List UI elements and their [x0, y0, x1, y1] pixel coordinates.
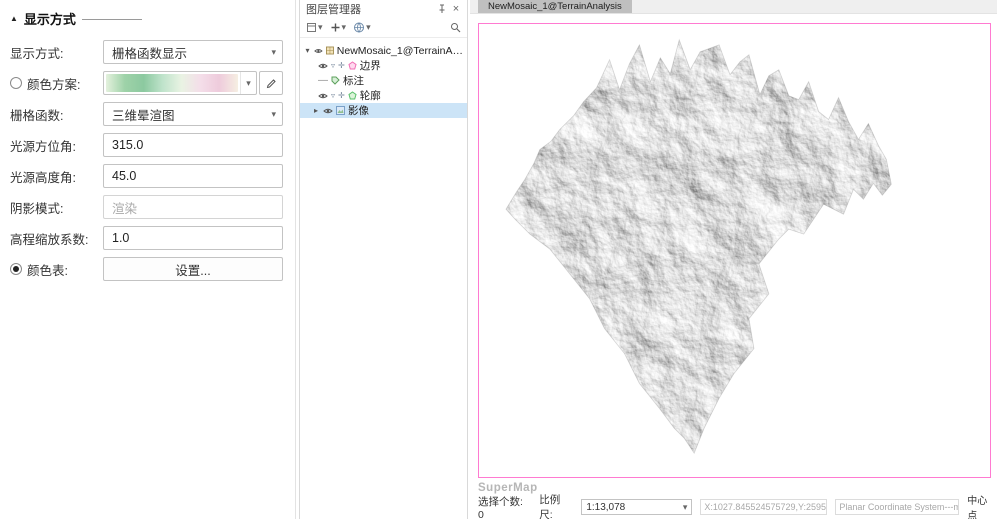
- chevron-down-icon: ▾: [271, 110, 276, 119]
- close-icon[interactable]: ×: [449, 2, 463, 16]
- pin-icon[interactable]: [435, 2, 449, 16]
- shadow-mode-input: [103, 195, 283, 219]
- basemap-button[interactable]: ▾: [351, 21, 373, 34]
- eye-icon[interactable]: [318, 92, 328, 100]
- tree-node-image[interactable]: ▸ 影像: [300, 103, 467, 118]
- color-table-settings-button[interactable]: 设置...: [103, 257, 283, 281]
- layer-manager-title: 图层管理器: [306, 1, 361, 17]
- light-azimuth-input[interactable]: [103, 133, 283, 157]
- chevron-down-icon: ▾: [271, 48, 276, 57]
- light-altitude-input[interactable]: [103, 164, 283, 188]
- shadow-mode-row: 阴影模式:: [10, 195, 283, 219]
- raster-function-label: 栅格函数:: [10, 105, 103, 124]
- label-icon: [331, 76, 340, 85]
- expand-icon[interactable]: ▸: [312, 106, 320, 115]
- tree-node-label: 边界: [360, 58, 381, 73]
- color-ramp-select[interactable]: ▾: [103, 71, 257, 95]
- color-scheme-label: 颜色方案:: [10, 74, 103, 93]
- color-table-label-text: 颜色表:: [27, 260, 68, 279]
- chevron-down-icon: ▾: [240, 72, 256, 94]
- color-table-row: 颜色表: 设置...: [10, 257, 283, 281]
- display-mode-select[interactable]: 栅格函数显示 ▾: [103, 40, 283, 64]
- display-mode-value: 栅格函数显示: [112, 43, 187, 62]
- tree-node-boundary[interactable]: ▿ ✛ 边界: [300, 58, 467, 73]
- display-settings-panel: ▲ 显示方式 显示方式: 栅格函数显示 ▾ 颜色方案: ▾: [0, 0, 296, 519]
- raster-function-row: 栅格函数: 三维晕渲图 ▾: [10, 102, 283, 126]
- scale-label: 比例尺:: [539, 492, 573, 519]
- header-divider: [82, 19, 142, 20]
- tree-node-label: 影像: [348, 103, 369, 118]
- layer-manager-header: 图层管理器 ×: [300, 0, 467, 18]
- shadow-mode-label: 阴影模式:: [10, 198, 103, 217]
- polygon-style-icon: [348, 61, 357, 70]
- hidden-eye-icon[interactable]: —: [318, 75, 328, 86]
- new-layer-button[interactable]: ▾: [304, 21, 325, 34]
- panel-title: 显示方式: [24, 9, 76, 28]
- tree-node-label: 标注: [343, 73, 364, 88]
- image-layer-icon: [336, 106, 345, 115]
- expand-icon[interactable]: ▾: [304, 46, 311, 55]
- layer-tree: ▾ NewMosaic_1@TerrainAnalysis ▿ ✛ 边界 — 标…: [300, 38, 467, 118]
- light-azimuth-row: 光源方位角:: [10, 133, 283, 157]
- tree-node-label-layer[interactable]: — 标注: [300, 73, 467, 88]
- selectable-icon[interactable]: ▿: [331, 91, 335, 100]
- chevron-down-icon: ▾: [318, 23, 323, 32]
- center-point-button[interactable]: 中心点: [967, 492, 997, 519]
- light-altitude-row: 光源高度角:: [10, 164, 283, 188]
- display-mode-label: 显示方式:: [10, 43, 103, 62]
- z-factor-row: 高程缩放系数:: [10, 226, 283, 250]
- raster-function-value: 三维晕渲图: [112, 105, 175, 124]
- snap-icon[interactable]: ✛: [338, 91, 345, 100]
- chevron-down-icon: ▾: [683, 503, 688, 512]
- chevron-down-icon: ▾: [366, 23, 371, 32]
- map-tab[interactable]: NewMosaic_1@TerrainAnalysis: [478, 0, 632, 13]
- tree-node-outline[interactable]: ▿ ✛ 轮廓: [300, 88, 467, 103]
- tree-node-label: 轮廓: [360, 88, 381, 103]
- edit-color-ramp-button[interactable]: [259, 71, 283, 95]
- map-tab-bar: NewMosaic_1@TerrainAnalysis: [470, 0, 997, 14]
- map-dataset-icon: [326, 46, 334, 55]
- eye-icon[interactable]: [318, 62, 328, 70]
- status-bar: 选择个数: 0 比例尺: 1:13,078 ▾ X:1027.845524575…: [470, 497, 997, 517]
- display-mode-row: 显示方式: 栅格函数显示 ▾: [10, 40, 283, 64]
- coordinates-display: X:1027.845524575729,Y:2595.10: [700, 499, 827, 515]
- scale-value: 1:13,078: [586, 502, 625, 513]
- tree-node-root[interactable]: ▾ NewMosaic_1@TerrainAnalysis: [300, 43, 467, 58]
- eye-icon[interactable]: [314, 47, 323, 55]
- color-scheme-row: 颜色方案: ▾: [10, 71, 283, 95]
- hillshade-terrain: [479, 24, 990, 477]
- color-table-radio[interactable]: [10, 263, 22, 275]
- supermap-watermark: SuperMap: [478, 482, 538, 494]
- selectable-icon[interactable]: ▿: [331, 61, 335, 70]
- z-factor-input[interactable]: [103, 226, 283, 250]
- layer-manager-panel: 图层管理器 × ▾ ▾ ▾ ▾ NewMosaic_1@TerrainAna: [299, 0, 468, 519]
- z-factor-label: 高程缩放系数:: [10, 229, 103, 248]
- selection-count: 选择个数: 0: [478, 494, 531, 519]
- map-canvas[interactable]: [478, 23, 991, 478]
- pencil-icon: [265, 77, 278, 90]
- color-scheme-label-text: 颜色方案:: [27, 74, 80, 93]
- snap-icon[interactable]: ✛: [338, 61, 345, 70]
- add-data-button[interactable]: ▾: [328, 21, 349, 34]
- eye-icon[interactable]: [323, 107, 333, 115]
- color-table-label: 颜色表:: [10, 260, 103, 279]
- search-icon[interactable]: [448, 21, 463, 34]
- chevron-down-icon: ▾: [342, 23, 347, 32]
- raster-function-select[interactable]: 三维晕渲图 ▾: [103, 102, 283, 126]
- crs-display: Planar Coordinate System---m: [835, 499, 959, 515]
- light-altitude-label: 光源高度角:: [10, 167, 103, 186]
- polygon-style-icon: [348, 91, 357, 100]
- scale-select[interactable]: 1:13,078 ▾: [581, 499, 692, 515]
- collapse-icon[interactable]: ▲: [10, 14, 18, 23]
- light-azimuth-label: 光源方位角:: [10, 136, 103, 155]
- layer-manager-toolbar: ▾ ▾ ▾: [300, 18, 467, 38]
- panel-header: ▲ 显示方式: [10, 8, 283, 28]
- settings-button-label: 设置...: [175, 260, 210, 279]
- tree-node-label: NewMosaic_1@TerrainAnalysis: [337, 45, 467, 57]
- color-scheme-radio[interactable]: [10, 77, 22, 89]
- color-ramp-preview: [106, 74, 238, 92]
